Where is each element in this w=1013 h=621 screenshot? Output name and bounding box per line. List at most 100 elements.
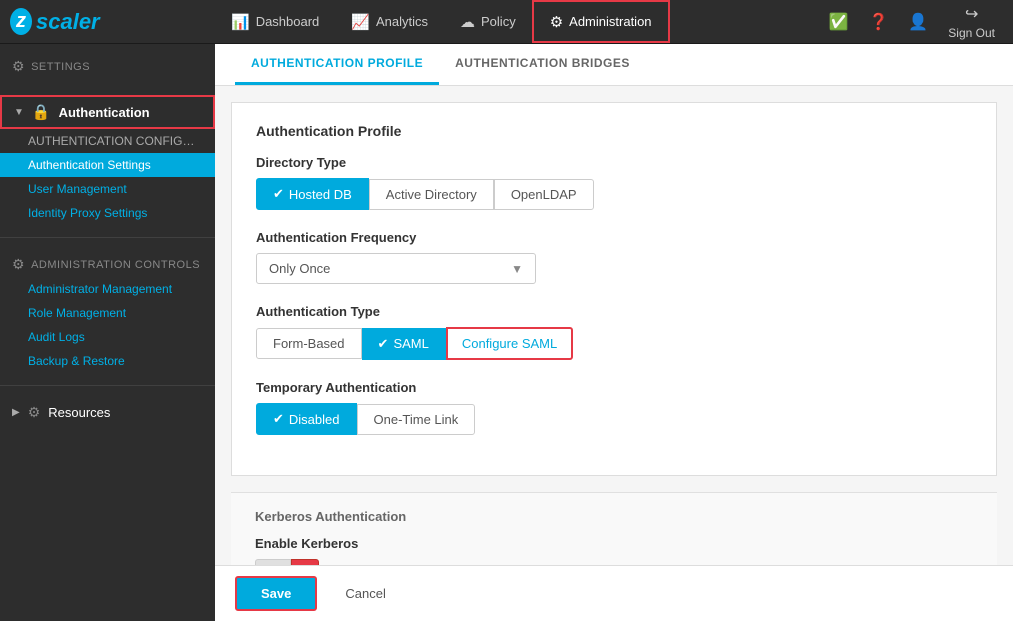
- btn-configure-saml[interactable]: Configure SAML: [446, 327, 573, 360]
- tab-bar: Authentication Profile Authentication Br…: [215, 44, 1013, 86]
- policy-icon: ☁: [460, 13, 475, 31]
- scroll-content[interactable]: Authentication Profile Directory Type ✔ …: [215, 86, 1013, 565]
- sidebar-audit-logs[interactable]: Audit Logs: [0, 325, 215, 349]
- user-icon[interactable]: 👤: [900, 6, 936, 38]
- btn-form-based[interactable]: Form-Based: [256, 328, 362, 359]
- disabled-check-icon: ✔: [273, 411, 284, 427]
- btn-disabled[interactable]: ✔ Disabled: [256, 403, 357, 435]
- auth-frequency-dropdown[interactable]: Only Once ▼: [256, 253, 536, 284]
- auth-profile-title: Authentication Profile: [256, 123, 972, 139]
- gear-icon: ⚙: [12, 58, 25, 75]
- sidebar-admin-controls-header: ⚙ ADMINISTRATION CONTROLS: [0, 250, 215, 277]
- btn-active-directory[interactable]: Active Directory: [369, 179, 494, 210]
- temp-auth-options: ✔ Disabled One-Time Link: [256, 403, 972, 435]
- nav-policy[interactable]: ☁ Policy: [444, 0, 532, 43]
- one-time-link-label: One-Time Link: [374, 412, 459, 427]
- logo-icon: z: [10, 8, 32, 35]
- btn-saml[interactable]: ✔ SAML: [362, 328, 446, 360]
- sidebar-role-management-label: Role Management: [28, 306, 126, 320]
- save-label: Save: [261, 586, 291, 601]
- kerberos-title: Kerberos Authentication: [255, 509, 973, 524]
- enable-kerberos-label: Enable Kerberos: [255, 536, 973, 551]
- auth-frequency-group: Authentication Frequency Only Once ▼: [256, 230, 972, 284]
- nav-administration[interactable]: ⚙ Administration: [532, 0, 670, 43]
- nav-items: 📊 Dashboard 📈 Analytics ☁ Policy ⚙ Admin…: [215, 0, 811, 43]
- logo-area: z scaler: [0, 8, 215, 35]
- directory-type-options: ✔ Hosted DB Active Directory OpenLDAP: [256, 178, 972, 210]
- nav-analytics-label: Analytics: [376, 14, 428, 29]
- logo-text: scaler: [36, 9, 100, 35]
- lock-icon: 🔒: [32, 103, 51, 121]
- sidebar: ⚙ Settings ▼ 🔒 Authentication AUTHENTICA…: [0, 44, 215, 621]
- sidebar-user-management[interactable]: User Management: [0, 177, 215, 201]
- form-based-label: Form-Based: [273, 336, 345, 351]
- btn-hosted-db[interactable]: ✔ Hosted DB: [256, 178, 369, 210]
- hosted-db-check-icon: ✔: [273, 186, 284, 202]
- sidebar-settings-label: Settings: [31, 61, 90, 73]
- auth-frequency-value: Only Once: [269, 261, 330, 276]
- sidebar-settings-section: ⚙ Settings: [0, 44, 215, 87]
- tab-auth-bridges[interactable]: Authentication Bridges: [439, 44, 646, 85]
- sidebar-resources-header[interactable]: ▶ ⚙ Resources: [0, 398, 215, 427]
- sidebar-auth-parent[interactable]: ▼ 🔒 Authentication: [0, 95, 215, 129]
- sidebar-auth-config[interactable]: AUTHENTICATION CONFIGURA...: [0, 129, 215, 153]
- admin-cog-icon: ⚙: [12, 256, 25, 273]
- cancel-button[interactable]: Cancel: [329, 578, 401, 609]
- content-area: Authentication Profile Authentication Br…: [215, 44, 1013, 621]
- administration-icon: ⚙: [550, 13, 563, 31]
- form-panel: Authentication Profile Directory Type ✔ …: [231, 102, 997, 476]
- nav-administration-label: Administration: [569, 14, 651, 29]
- hosted-db-label: Hosted DB: [289, 187, 352, 202]
- btn-openldap[interactable]: OpenLDAP: [494, 179, 594, 210]
- x-icon: ✕: [300, 563, 311, 565]
- sidebar-admin-management[interactable]: Administrator Management: [0, 277, 215, 301]
- sidebar-auth-label: Authentication: [59, 105, 150, 120]
- btn-one-time-link[interactable]: One-Time Link: [357, 404, 476, 435]
- tab-auth-bridges-label: Authentication Bridges: [455, 56, 630, 70]
- help-icon[interactable]: ❓: [860, 6, 896, 38]
- sidebar-auth-section: ▼ 🔒 Authentication AUTHENTICATION CONFIG…: [0, 87, 215, 233]
- saml-label: SAML: [393, 336, 428, 351]
- nav-analytics[interactable]: 📈 Analytics: [335, 0, 444, 43]
- task-icon[interactable]: ✅: [821, 6, 857, 38]
- nav-dashboard-label: Dashboard: [256, 14, 320, 29]
- tab-auth-profile[interactable]: Authentication Profile: [235, 44, 439, 85]
- cancel-label: Cancel: [345, 586, 385, 601]
- kerberos-toggle-x[interactable]: ✕: [291, 559, 319, 565]
- sidebar-backup-restore-label: Backup & Restore: [28, 354, 125, 368]
- sidebar-backup-restore[interactable]: Backup & Restore: [0, 349, 215, 373]
- openldap-label: OpenLDAP: [511, 187, 577, 202]
- sidebar-admin-management-label: Administrator Management: [28, 282, 172, 296]
- analytics-icon: 📈: [351, 13, 370, 31]
- kerberos-section: Kerberos Authentication Enable Kerberos …: [231, 492, 997, 565]
- kerberos-toggle-btn[interactable]: [255, 559, 291, 565]
- sidebar-identity-proxy[interactable]: Identity Proxy Settings: [0, 201, 215, 225]
- temp-auth-label: Temporary Authentication: [256, 380, 972, 395]
- saml-check-icon: ✔: [378, 336, 389, 352]
- sidebar-auth-settings[interactable]: Authentication Settings: [0, 153, 215, 177]
- sign-out-button[interactable]: ↪ Sign Out: [940, 4, 1003, 40]
- sidebar-admin-section: ⚙ ADMINISTRATION CONTROLS Administrator …: [0, 242, 215, 381]
- nav-policy-label: Policy: [481, 14, 516, 29]
- auth-frequency-label: Authentication Frequency: [256, 230, 972, 245]
- arrow-down-icon: ▼: [14, 107, 24, 118]
- sidebar-role-management[interactable]: Role Management: [0, 301, 215, 325]
- arrow-right-icon: ▶: [12, 407, 20, 418]
- sign-out-label: Sign Out: [948, 26, 995, 40]
- sidebar-user-management-label: User Management: [28, 182, 127, 196]
- save-button[interactable]: Save: [235, 576, 317, 611]
- temp-auth-group: Temporary Authentication ✔ Disabled One-…: [256, 380, 972, 435]
- sidebar-identity-proxy-label: Identity Proxy Settings: [28, 206, 147, 220]
- nav-right-actions: ✅ ❓ 👤 ↪ Sign Out: [811, 4, 1013, 40]
- disabled-label: Disabled: [289, 412, 340, 427]
- sidebar-resources-section: ▶ ⚙ Resources: [0, 390, 215, 435]
- dashboard-icon: 📊: [231, 13, 250, 31]
- auth-type-group: Authentication Type Form-Based ✔ SAML Co…: [256, 304, 972, 360]
- resources-icon: ⚙: [28, 404, 41, 421]
- sidebar-audit-logs-label: Audit Logs: [28, 330, 85, 344]
- kerberos-toggle: ✕: [255, 559, 973, 565]
- auth-type-controls: Form-Based ✔ SAML Configure SAML: [256, 327, 972, 360]
- nav-dashboard[interactable]: 📊 Dashboard: [215, 0, 335, 43]
- bottom-bar: Save Cancel: [215, 565, 1013, 621]
- tab-auth-profile-label: Authentication Profile: [251, 56, 423, 70]
